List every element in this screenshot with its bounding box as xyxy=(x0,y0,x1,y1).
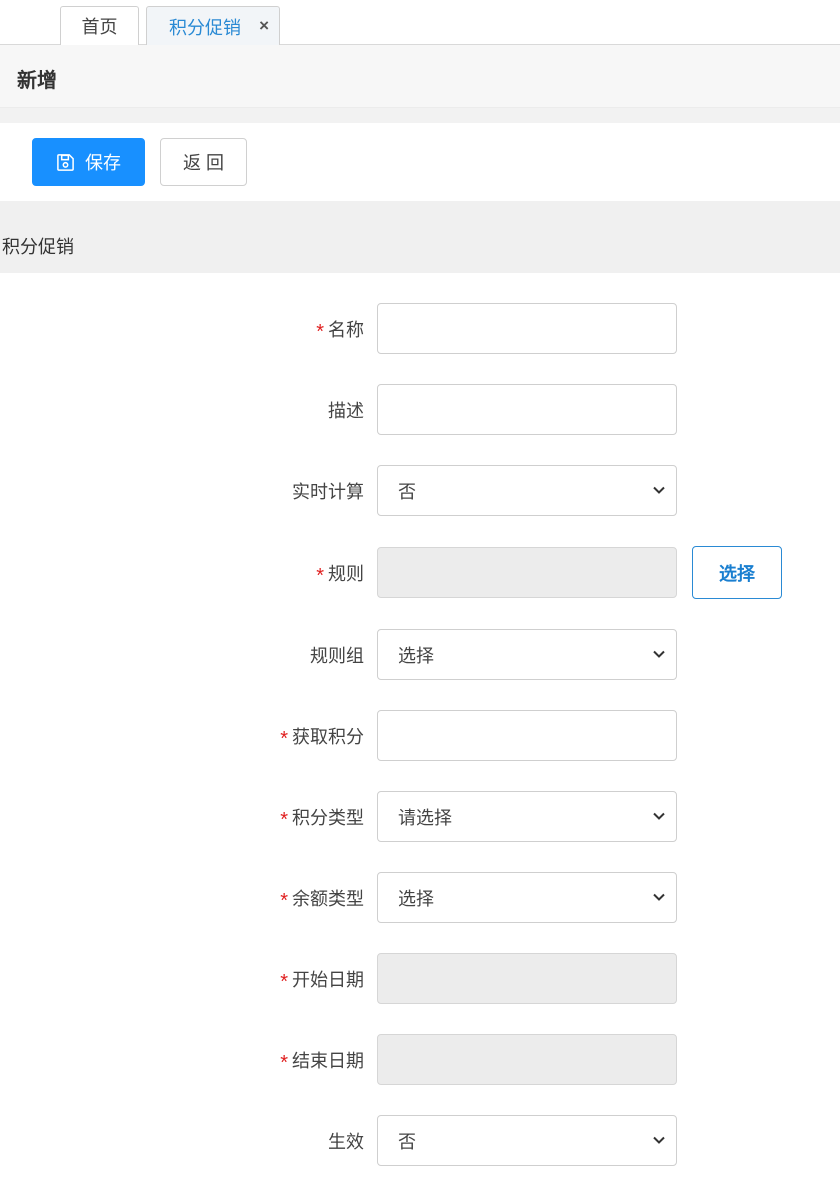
rule-group-select-value: 选择 xyxy=(398,645,434,666)
balance-type-select[interactable]: 选择 xyxy=(377,872,677,923)
rule-group-label: 规则组 xyxy=(310,646,364,666)
required-mark: * xyxy=(280,728,288,750)
close-icon[interactable]: × xyxy=(259,16,269,36)
page-title: 新增 xyxy=(17,70,57,92)
form-row-balance-type: * 余额类型 选择 xyxy=(2,872,840,923)
balance-type-select-value: 选择 xyxy=(398,888,434,909)
tab-points-promotion[interactable]: 积分促销 × xyxy=(146,6,280,46)
effective-select[interactable]: 否 xyxy=(377,1115,677,1166)
form-row-start-date: * 开始日期 xyxy=(2,953,840,1004)
required-mark: * xyxy=(280,971,288,993)
section-header: 积分促销 xyxy=(0,201,840,273)
section-title: 积分促销 xyxy=(2,237,74,257)
tab-bar: 首页 积分促销 × xyxy=(0,0,840,46)
tab-points-promotion-label: 积分促销 xyxy=(169,17,241,38)
promotion-form: * 名称 描述 实时计算 否 * 规则 选择 规则组 选择 * 获取积分 * 积分类型 … xyxy=(2,273,840,1203)
form-row-points: * 获取积分 xyxy=(2,710,840,761)
effective-select-value: 否 xyxy=(398,1131,416,1152)
realtime-select-value: 否 xyxy=(398,481,416,502)
points-type-select-value: 请选择 xyxy=(398,807,452,828)
chevron-down-icon xyxy=(653,1136,665,1144)
back-button-label: 返 回 xyxy=(182,153,224,173)
save-button-label: 保存 xyxy=(85,153,121,173)
points-type-label: * 积分类型 xyxy=(280,808,364,831)
save-button[interactable]: 保存 xyxy=(32,138,145,186)
chevron-down-icon xyxy=(653,812,665,820)
realtime-label: 实时计算 xyxy=(292,482,364,502)
divider xyxy=(0,108,840,123)
required-mark: * xyxy=(280,1052,288,1074)
name-label: * 名称 xyxy=(316,320,364,343)
choose-rule-button[interactable]: 选择 xyxy=(692,546,782,599)
rule-group-select[interactable]: 选择 xyxy=(377,629,677,680)
save-icon xyxy=(57,153,74,171)
realtime-select[interactable]: 否 xyxy=(377,465,677,516)
page-header: 新增 xyxy=(0,45,840,108)
form-row-effective: 生效 否 xyxy=(2,1115,840,1166)
toolbar: 保存 返 回 xyxy=(2,123,840,201)
points-type-select[interactable]: 请选择 xyxy=(377,791,677,842)
form-row-rule-group: 规则组 选择 xyxy=(2,629,840,680)
tab-home[interactable]: 首页 xyxy=(60,6,139,45)
chevron-down-icon xyxy=(653,486,665,494)
description-label: 描述 xyxy=(328,401,364,421)
chevron-down-icon xyxy=(653,893,665,901)
back-button[interactable]: 返 回 xyxy=(160,138,247,186)
required-mark: * xyxy=(280,890,288,912)
points-label: * 获取积分 xyxy=(280,727,364,750)
points-input[interactable] xyxy=(377,710,677,761)
chevron-down-icon xyxy=(653,650,665,658)
start-date-label: * 开始日期 xyxy=(280,970,364,993)
rule-label: * 规则 xyxy=(316,564,364,587)
description-input[interactable] xyxy=(377,384,677,435)
form-row-end-date: * 结束日期 xyxy=(2,1034,840,1085)
form-row-points-type: * 积分类型 请选择 xyxy=(2,791,840,842)
form-row-name: * 名称 xyxy=(2,303,840,354)
end-date-input[interactable] xyxy=(377,1034,677,1085)
start-date-input[interactable] xyxy=(377,953,677,1004)
required-mark: * xyxy=(316,321,324,343)
tab-home-label: 首页 xyxy=(81,17,118,37)
rule-input xyxy=(377,547,677,598)
name-input[interactable] xyxy=(377,303,677,354)
end-date-label: * 结束日期 xyxy=(280,1051,364,1074)
required-mark: * xyxy=(316,565,324,587)
balance-type-label: * 余额类型 xyxy=(280,889,364,912)
form-row-description: 描述 xyxy=(2,384,840,435)
effective-label: 生效 xyxy=(328,1132,364,1152)
form-row-rule: * 规则 选择 xyxy=(2,546,840,599)
form-row-realtime: 实时计算 否 xyxy=(2,465,840,516)
required-mark: * xyxy=(280,809,288,831)
